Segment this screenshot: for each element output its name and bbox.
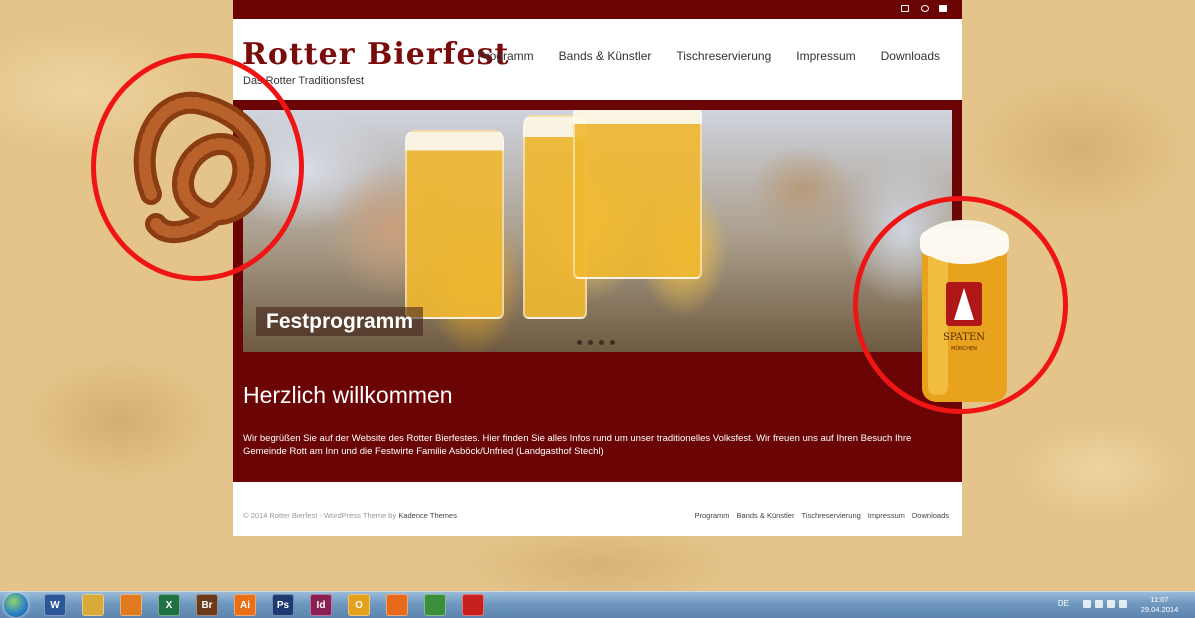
clock[interactable]: 11:07 29.04.2014 xyxy=(1132,595,1187,615)
top-bar xyxy=(233,0,962,19)
copyright-text: © 2014 Rotter Bierfest - WordPress Theme… xyxy=(243,511,399,520)
chrome-icon[interactable] xyxy=(424,594,446,616)
windows-taskbar: W X Br Ai Ps Id O DE 11:07 29.04.2014 xyxy=(0,591,1195,618)
hero-caption[interactable]: Festprogramm xyxy=(256,307,424,336)
clock-date: 29.04.2014 xyxy=(1140,605,1179,614)
slider-dot[interactable] xyxy=(577,340,582,345)
pinterest-icon[interactable] xyxy=(921,5,929,12)
file-explorer-icon[interactable] xyxy=(82,594,104,616)
highlight-circle-left xyxy=(91,53,304,281)
volume-icon[interactable] xyxy=(1107,600,1115,608)
site-header: Rotter Bierfest Das Rotter Traditionsfes… xyxy=(233,19,962,100)
nav-downloads[interactable]: Downloads xyxy=(881,49,940,63)
bridge-icon[interactable]: Br xyxy=(196,594,218,616)
website-page: Rotter Bierfest Das Rotter Traditionsfes… xyxy=(233,0,962,536)
word-icon[interactable]: W xyxy=(44,594,66,616)
theme-link[interactable]: Kadence Themes xyxy=(398,511,457,520)
welcome-text: Wir begrüßen Sie auf der Website des Rot… xyxy=(243,433,912,457)
footer-nav-tischreservierung[interactable]: Tischreservierung xyxy=(801,511,860,520)
flag-icon[interactable] xyxy=(1095,600,1103,608)
highlight-circle-right xyxy=(853,196,1068,414)
hero-beer-mug xyxy=(405,130,504,319)
facebook-icon[interactable] xyxy=(939,5,947,12)
battery-icon[interactable] xyxy=(1119,600,1127,608)
site-logo[interactable]: Rotter Bierfest xyxy=(242,37,509,72)
slider-dot[interactable] xyxy=(588,340,593,345)
nav-programm[interactable]: Programm xyxy=(478,49,534,63)
language-indicator[interactable]: DE xyxy=(1058,599,1069,608)
firefox-icon[interactable] xyxy=(386,594,408,616)
main-nav: Programm Bands & Künstler Tischreservier… xyxy=(478,49,940,63)
acrobat-icon[interactable] xyxy=(462,594,484,616)
media-player-icon[interactable] xyxy=(120,594,142,616)
footer-copyright: © 2014 Rotter Bierfest - WordPress Theme… xyxy=(243,511,457,520)
hero-slider[interactable]: Festprogramm xyxy=(243,110,952,352)
site-footer: © 2014 Rotter Bierfest - WordPress Theme… xyxy=(233,482,962,536)
photoshop-icon[interactable]: Ps xyxy=(272,594,294,616)
nav-impressum[interactable]: Impressum xyxy=(796,49,855,63)
welcome-heading: Herzlich willkommen xyxy=(243,382,453,408)
slider-dot[interactable] xyxy=(599,340,604,345)
nav-tischreservierung[interactable]: Tischreservierung xyxy=(676,49,771,63)
content-section: Festprogramm Herzlich willkommen Wir beg… xyxy=(233,100,962,482)
slider-dots xyxy=(577,340,615,345)
outlook-icon[interactable]: O xyxy=(348,594,370,616)
footer-nav-impressum[interactable]: Impressum xyxy=(868,511,905,520)
footer-nav-programm[interactable]: Programm xyxy=(695,511,730,520)
footer-nav: Programm Bands & Künstler Tischreservier… xyxy=(695,511,950,520)
footer-nav-downloads[interactable]: Downloads xyxy=(912,511,949,520)
illustrator-icon[interactable]: Ai xyxy=(234,594,256,616)
indesign-icon[interactable]: Id xyxy=(310,594,332,616)
network-icon[interactable] xyxy=(1083,600,1091,608)
clock-time: 11:07 xyxy=(1150,595,1169,604)
slider-dot[interactable] xyxy=(610,340,615,345)
excel-icon[interactable]: X xyxy=(158,594,180,616)
start-button[interactable] xyxy=(4,593,28,617)
hero-beer-mug xyxy=(573,110,702,279)
mail-icon[interactable] xyxy=(901,5,909,12)
nav-bands[interactable]: Bands & Künstler xyxy=(559,49,652,63)
footer-nav-bands[interactable]: Bands & Künstler xyxy=(737,511,795,520)
